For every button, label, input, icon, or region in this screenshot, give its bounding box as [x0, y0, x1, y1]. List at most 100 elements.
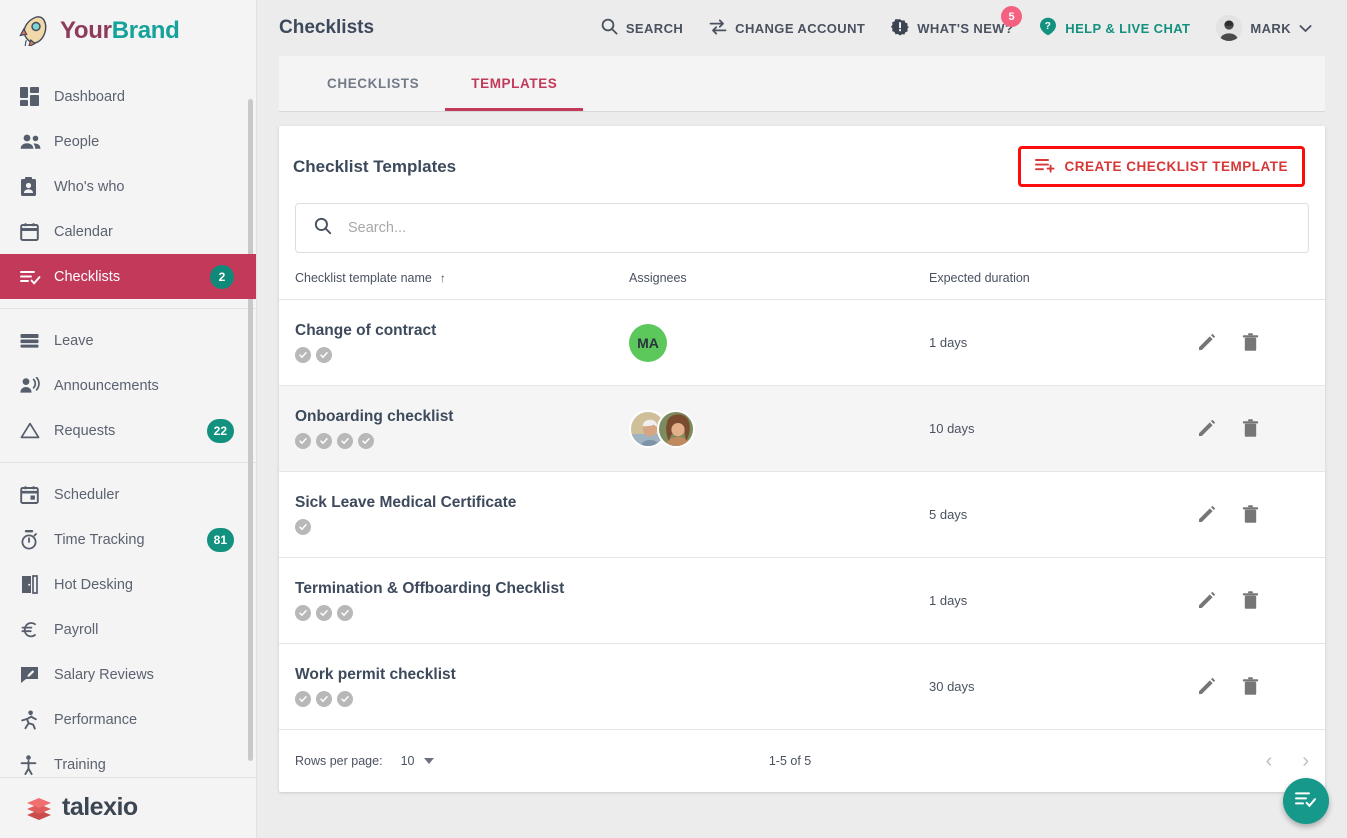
sidebar-item-label: Training — [54, 756, 106, 773]
pencil-icon[interactable] — [1197, 591, 1216, 610]
table-row[interactable]: Termination & Offboarding Checklist 1 da… — [279, 557, 1325, 644]
step-indicators — [279, 691, 629, 707]
sidebar-item-dashboard[interactable]: Dashboard — [0, 74, 256, 119]
sidebar-item-checklists[interactable]: Checklists 2 — [0, 254, 256, 300]
sidebar: YourBrand Dashboard People Who's who Cal… — [0, 0, 257, 838]
expected-duration: 30 days — [929, 678, 975, 694]
help-live-chat-button[interactable]: ? HELP & LIVE CHAT — [1026, 8, 1203, 48]
sidebar-item-scheduler[interactable]: Scheduler — [0, 472, 256, 517]
cell-actions — [1189, 299, 1325, 386]
column-header-assignees[interactable]: Assignees — [629, 271, 929, 300]
whats-new-button[interactable]: WHAT'S NEW? 5 — [878, 6, 1026, 48]
check-icon — [358, 433, 374, 449]
pagination-controls: ‹ › — [1266, 751, 1309, 771]
template-name[interactable]: Work permit checklist — [279, 666, 629, 684]
trash-icon[interactable] — [1242, 505, 1259, 524]
sidebar-item-requests[interactable]: Requests 22 — [0, 408, 256, 453]
search-button-label: SEARCH — [625, 20, 684, 36]
sidebar-item-label: Performance — [54, 711, 138, 728]
column-header-actions — [1189, 271, 1325, 300]
trash-icon[interactable] — [1242, 333, 1259, 352]
performance-icon — [20, 710, 54, 730]
help-icon: ? — [1039, 17, 1057, 39]
expected-duration: 10 days — [929, 420, 975, 436]
column-header-name[interactable]: Checklist template name ↑ — [279, 271, 629, 300]
sidebar-item-people[interactable]: People — [0, 119, 256, 164]
cell-assignees — [629, 557, 929, 644]
next-page-button[interactable]: › — [1302, 751, 1309, 771]
cell-assignees — [629, 385, 929, 472]
tab-label: CHECKLISTS — [327, 76, 420, 91]
search-input[interactable] — [346, 219, 1290, 237]
rows-per-page-select[interactable]: 10 — [401, 754, 435, 768]
table-row[interactable]: Change of contract MA 1 days — [279, 299, 1325, 386]
chevron-down-icon — [1299, 21, 1312, 36]
change-account-label: CHANGE ACCOUNT — [735, 20, 866, 36]
template-name[interactable]: Termination & Offboarding Checklist — [279, 580, 629, 598]
sidebar-item-hot-desking[interactable]: Hot Desking — [0, 562, 256, 607]
pencil-icon[interactable] — [1197, 505, 1216, 524]
sidebar-item-whos-who[interactable]: Who's who — [0, 164, 256, 209]
change-account-button[interactable]: CHANGE ACCOUNT — [696, 8, 878, 48]
tab-templates[interactable]: TEMPLATES — [445, 56, 584, 111]
avatar-photo-female[interactable] — [657, 409, 695, 448]
chevron-down-icon — [424, 758, 435, 764]
checklist-fab-button[interactable] — [1283, 778, 1329, 824]
check-icon — [295, 605, 311, 621]
sidebar-item-label: Time Tracking — [54, 531, 145, 548]
create-checklist-template-button[interactable]: CREATE CHECKLIST TEMPLATE — [1017, 146, 1305, 187]
sidebar-footer-brand[interactable]: talexio — [0, 776, 256, 838]
trash-icon[interactable] — [1242, 591, 1259, 610]
cell-actions — [1189, 557, 1325, 644]
check-icon — [295, 519, 311, 535]
prev-page-button[interactable]: ‹ — [1266, 751, 1273, 771]
pencil-icon[interactable] — [1197, 333, 1216, 352]
cell-actions — [1189, 385, 1325, 472]
template-name[interactable]: Onboarding checklist — [279, 408, 629, 426]
sidebar-item-payroll[interactable]: Payroll — [0, 607, 256, 652]
search-button[interactable]: SEARCH — [588, 8, 696, 48]
tab-checklists[interactable]: CHECKLISTS — [301, 56, 445, 111]
sidebar-item-performance[interactable]: Performance — [0, 697, 256, 742]
euro-icon — [20, 620, 54, 639]
pencil-icon[interactable] — [1197, 677, 1216, 696]
sidebar-item-label: Requests — [54, 422, 116, 439]
user-name: MARK — [1250, 20, 1291, 36]
template-name[interactable]: Change of contract — [279, 322, 629, 340]
sidebar-item-calendar[interactable]: Calendar — [0, 209, 256, 254]
step-indicators — [279, 347, 629, 363]
table-row[interactable]: Sick Leave Medical Certificate 5 days — [279, 471, 1325, 558]
cell-duration: 1 days — [929, 299, 1189, 386]
avatar-initials[interactable]: MA — [629, 323, 667, 362]
pencil-icon[interactable] — [1197, 419, 1216, 438]
trash-icon[interactable] — [1242, 677, 1259, 696]
announcement-icon — [20, 377, 54, 394]
salary-review-icon — [20, 666, 54, 684]
people-icon — [20, 134, 54, 150]
trash-icon[interactable] — [1242, 419, 1259, 438]
sidebar-badge: 81 — [206, 527, 234, 552]
cell-name: Work permit checklist — [279, 643, 629, 730]
template-name[interactable]: Sick Leave Medical Certificate — [279, 494, 629, 512]
sidebar-item-leave[interactable]: Leave — [0, 318, 256, 363]
user-menu-button[interactable]: MARK — [1203, 8, 1325, 48]
rows-per-page-value: 10 — [400, 754, 415, 768]
table-row[interactable]: Work permit checklist 30 days — [279, 643, 1325, 730]
column-header-duration[interactable]: Expected duration — [929, 271, 1189, 300]
search-input-wrapper[interactable] — [295, 203, 1309, 253]
create-button-label: CREATE CHECKLIST TEMPLATE — [1064, 159, 1288, 174]
sidebar-item-training[interactable]: Training — [0, 742, 256, 777]
cell-assignees: MA — [629, 299, 929, 386]
sidebar-item-label: Leave — [54, 332, 94, 349]
sidebar-item-salary-reviews[interactable]: Salary Reviews — [0, 652, 256, 697]
arrow-up-icon: ↑ — [439, 271, 446, 285]
sidebar-item-label: People — [54, 133, 100, 150]
brand-logo[interactable]: YourBrand — [0, 0, 256, 61]
sidebar-item-time-tracking[interactable]: Time Tracking 81 — [0, 517, 256, 562]
whats-new-badge: 5 — [1001, 6, 1023, 27]
cell-name: Onboarding checklist — [279, 385, 629, 472]
cell-assignees — [629, 471, 929, 558]
sidebar-item-announcements[interactable]: Announcements — [0, 363, 256, 408]
step-indicators — [279, 605, 629, 621]
table-row[interactable]: Onboarding checklist 10 days — [279, 385, 1325, 472]
